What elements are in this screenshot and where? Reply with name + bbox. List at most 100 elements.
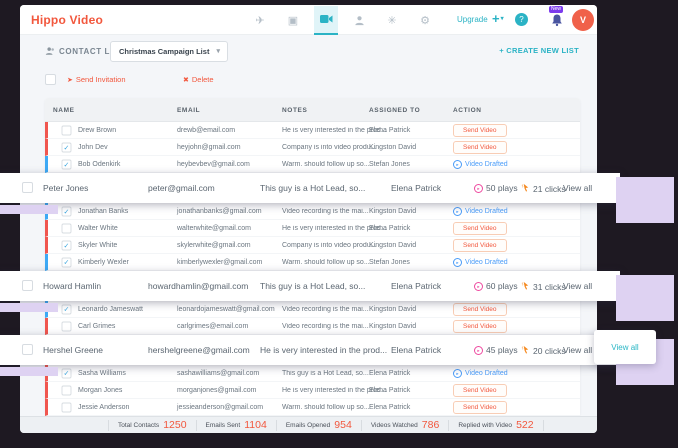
row-checkbox[interactable]: ✓ bbox=[62, 258, 72, 268]
stat-label: Videos Watched bbox=[371, 422, 418, 429]
row-checkbox[interactable] bbox=[22, 344, 33, 355]
view-all-link[interactable]: View all bbox=[563, 281, 592, 291]
contact-name: Morgan Jones bbox=[78, 387, 122, 394]
stat-label: Total Contacts bbox=[118, 422, 159, 429]
contact-name: Hershel Greene bbox=[43, 345, 103, 355]
highlighted-contact-row[interactable]: Howard Hamlinhowardhamlin@gmail.comThis … bbox=[0, 271, 620, 301]
contact-notes: This guy is a Hot Lead, so... bbox=[260, 183, 365, 193]
row-checkbox[interactable] bbox=[22, 280, 33, 291]
assigned-to: Stefan Jones bbox=[369, 259, 410, 266]
row-checkbox[interactable] bbox=[62, 403, 72, 413]
send-video-button[interactable]: Send Video bbox=[453, 303, 507, 316]
video-camera-icon[interactable] bbox=[314, 6, 338, 35]
view-all-link[interactable]: View all bbox=[563, 345, 592, 355]
assigned-to: Kingston David bbox=[369, 306, 416, 313]
view-all-tooltip[interactable]: View all bbox=[594, 330, 656, 364]
plays-label: 60 plays bbox=[486, 281, 518, 291]
send-video-button[interactable]: Send Video bbox=[453, 384, 507, 397]
create-new-list-button[interactable]: + CREATE NEW LIST bbox=[499, 46, 579, 55]
table-row[interactable]: ✓Leonardo Jameswattleonardojameswatt@gma… bbox=[45, 301, 580, 318]
video-drafted-label: Video Drafted bbox=[465, 259, 508, 266]
burst-icon[interactable]: ✳ bbox=[380, 6, 404, 34]
table-row[interactable]: ✓Kimberly Wexlerkimberlywexler@gmail.com… bbox=[45, 254, 580, 271]
table-row[interactable]: ✓Bob Odenkirkheybevbev@gmail.comWarm. sh… bbox=[45, 156, 580, 173]
send-icon[interactable]: ✈ bbox=[248, 6, 272, 34]
send-invitation-button[interactable]: ➤ Send Invitation bbox=[67, 75, 126, 84]
avatar[interactable]: V bbox=[572, 9, 594, 31]
selected-list-value: Christmas Campaign List bbox=[119, 47, 209, 56]
send-video-button[interactable]: Send Video bbox=[453, 124, 507, 137]
contact-email: peter@gmail.com bbox=[148, 183, 215, 193]
contact-name: Bob Odenkirk bbox=[78, 161, 120, 168]
row-checkbox[interactable] bbox=[62, 224, 72, 234]
table-row[interactable]: ✓Jonathan Banksjonathanbanks@gmail.comVi… bbox=[45, 203, 580, 220]
send-video-button[interactable]: Send Video bbox=[453, 141, 507, 154]
contact-email: howardhamlin@gmail.com bbox=[148, 281, 248, 291]
video-drafted-label: Video Drafted bbox=[465, 161, 508, 168]
row-checkbox[interactable]: ✓ bbox=[62, 207, 72, 217]
play-circle-icon: ▸ bbox=[474, 346, 483, 355]
table-row[interactable]: Carl Grimescarlgrimes@email.comVideo rec… bbox=[45, 318, 580, 335]
row-checkbox[interactable]: ✓ bbox=[62, 143, 72, 153]
row-checkbox[interactable] bbox=[22, 182, 33, 193]
row-checkbox[interactable] bbox=[62, 386, 72, 396]
contacts-table: NAME EMAIL NOTES ASSIGNED TO ACTION Drew… bbox=[45, 98, 580, 416]
highlighted-contact-row[interactable]: Peter Jonespeter@gmail.comThis guy is a … bbox=[0, 173, 620, 203]
row-checkbox[interactable]: ✓ bbox=[62, 305, 72, 315]
list-select-dropdown[interactable]: Christmas Campaign List ▾ bbox=[110, 41, 228, 62]
clicks-count: 21 clicks bbox=[521, 183, 566, 194]
send-video-button[interactable]: Send Video bbox=[453, 401, 507, 414]
plays-count: ▸60 plays bbox=[474, 281, 518, 291]
add-button[interactable]: +▾ bbox=[492, 11, 504, 26]
video-drafted-status: ▸Video Drafted bbox=[453, 160, 508, 169]
app-window: Hippo Video ✈ ▣ ✳ ⚙ Upgrade +▾ ? New V C… bbox=[20, 5, 597, 433]
settings-gear-icon[interactable]: ⚙ bbox=[413, 6, 437, 34]
send-video-button[interactable]: Send Video bbox=[453, 239, 507, 252]
send-video-button[interactable]: Send Video bbox=[453, 222, 507, 235]
row-checkbox[interactable] bbox=[62, 126, 72, 136]
column-header-name: NAME bbox=[53, 107, 75, 114]
clicks-count: 20 clicks bbox=[521, 345, 566, 356]
plays-label: 45 plays bbox=[486, 345, 518, 355]
contact-name: Leonardo Jameswatt bbox=[78, 306, 143, 313]
table-row[interactable]: Walter Whitewalterwhite@gmail.comHe is v… bbox=[45, 220, 580, 237]
table-row[interactable]: Morgan Jonesmorganjones@gmail.comHe is v… bbox=[45, 382, 580, 399]
row-checkbox[interactable] bbox=[62, 322, 72, 332]
send-arrow-icon: ➤ bbox=[67, 76, 73, 84]
video-drafted-status: ▸Video Drafted bbox=[453, 369, 508, 378]
table-row[interactable]: ✓John Devheyjohn@gmail.comCompany is int… bbox=[45, 139, 580, 156]
bulk-actions-bar: ➤ Send Invitation ✖ Delete bbox=[20, 71, 597, 93]
contacts-icon[interactable] bbox=[347, 6, 371, 34]
send-video-button[interactable]: Send Video bbox=[453, 320, 507, 333]
view-all-link[interactable]: View all bbox=[563, 183, 592, 193]
table-row[interactable]: Jessie Andersonjessieanderson@gmail.comW… bbox=[45, 399, 580, 416]
stat-value: 786 bbox=[422, 420, 440, 431]
select-all-checkbox[interactable] bbox=[45, 74, 56, 85]
contact-email: heybevbev@gmail.com bbox=[177, 161, 250, 168]
help-button[interactable]: ? bbox=[515, 13, 528, 26]
table-row[interactable]: ✓Sasha Williamssashawilliams@gmail.comTh… bbox=[45, 365, 580, 382]
side-panel-edge bbox=[616, 177, 674, 223]
video-drafted-label: Video Drafted bbox=[465, 208, 508, 215]
row-checkbox[interactable]: ✓ bbox=[62, 241, 72, 251]
side-panel-edge bbox=[616, 275, 674, 321]
row-checkbox[interactable]: ✓ bbox=[62, 160, 72, 170]
play-circle-icon: ▸ bbox=[453, 160, 462, 169]
highlighted-contact-row[interactable]: Hershel Greenehershelgreene@gmail.comHe … bbox=[0, 335, 620, 365]
upgrade-link[interactable]: Upgrade bbox=[457, 15, 488, 24]
assigned-to: Kingston David bbox=[369, 242, 416, 249]
list-toolbar: CONTACT LIST Christmas Campaign List ▾ +… bbox=[20, 40, 597, 66]
bell-glyph bbox=[551, 13, 563, 27]
contacts-small-icon bbox=[45, 46, 55, 56]
contact-name: Drew Brown bbox=[78, 127, 116, 134]
plays-count: ▸50 plays bbox=[474, 183, 518, 193]
play-circle-icon: ▸ bbox=[453, 207, 462, 216]
row-checkbox[interactable]: ✓ bbox=[62, 369, 72, 379]
delete-button[interactable]: ✖ Delete bbox=[183, 75, 214, 84]
screen-icon[interactable]: ▣ bbox=[281, 6, 305, 34]
plays-label: 50 plays bbox=[486, 183, 518, 193]
notifications-bell-icon[interactable]: New bbox=[551, 13, 565, 27]
click-cursor-glyph bbox=[521, 281, 530, 290]
table-row[interactable]: ✓Skyler Whiteskylerwhite@gmail.comCompan… bbox=[45, 237, 580, 254]
table-row[interactable]: Drew Browndrewb@email.comHe is very inte… bbox=[45, 122, 580, 139]
